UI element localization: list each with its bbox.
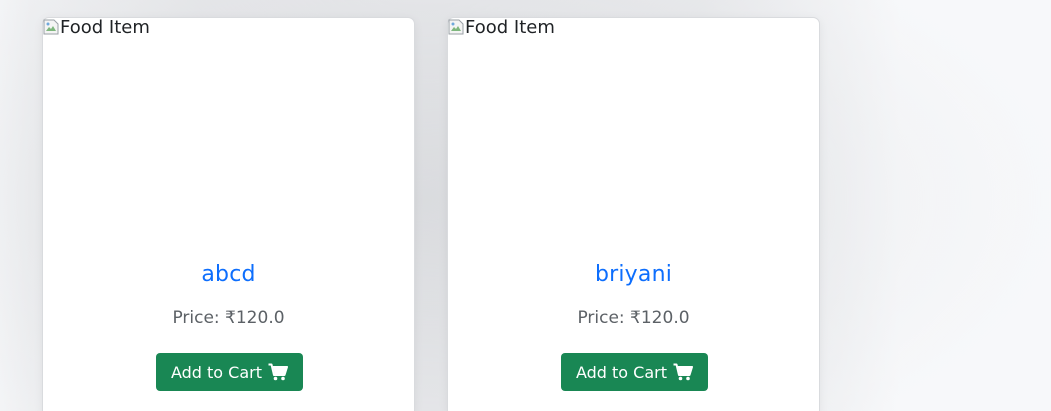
food-image-alt-text: Food Item (60, 17, 150, 38)
food-image-alt-text: Food Item (465, 17, 555, 38)
food-item-price: Price: ₹120.0 (172, 308, 285, 328)
food-item-title: briyani (594, 262, 673, 287)
add-to-cart-button[interactable]: Add to Cart (156, 353, 303, 391)
add-to-cart-button[interactable]: Add to Cart (561, 353, 708, 391)
food-image-broken: Food Item (43, 18, 150, 38)
broken-image-icon (448, 19, 464, 35)
food-image-broken: Food Item (448, 18, 555, 38)
shopping-cart-icon (268, 363, 289, 381)
broken-image-icon (43, 19, 59, 35)
add-to-cart-label: Add to Cart (170, 362, 263, 382)
food-card-abcd: Food Item abcd Price: ₹120.0 Add to Cart (42, 17, 415, 411)
shopping-cart-icon (673, 363, 694, 381)
food-item-price: Price: ₹120.0 (577, 308, 690, 328)
food-card-briyani: Food Item briyani Price: ₹120.0 Add to C… (447, 17, 820, 411)
food-item-title: abcd (201, 262, 256, 287)
add-to-cart-label: Add to Cart (575, 362, 668, 382)
